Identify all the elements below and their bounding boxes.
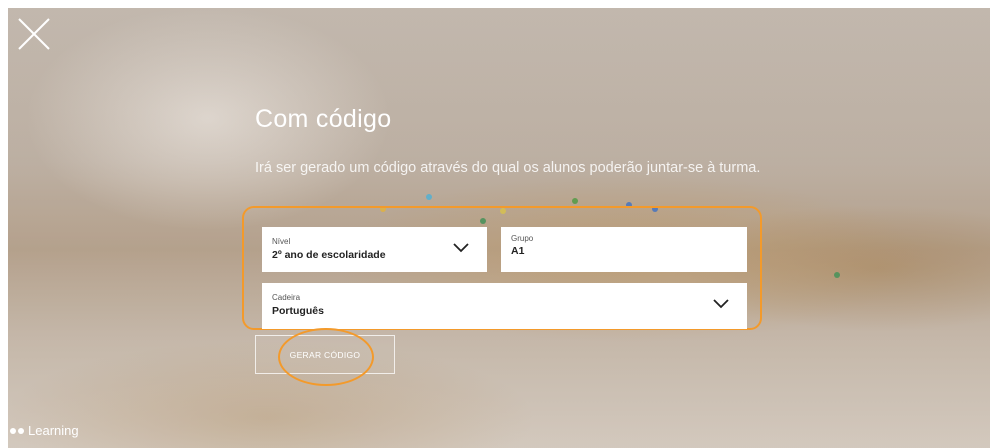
- map-pin-decoration: [572, 198, 578, 204]
- chevron-down-icon: [453, 243, 469, 253]
- grupo-value: A1: [511, 245, 525, 257]
- grupo-input[interactable]: Grupo A1: [501, 227, 747, 272]
- nivel-value: 2º ano de escolaridade: [272, 249, 386, 261]
- brand-logo: Learning: [10, 423, 79, 438]
- map-pin-decoration: [426, 194, 432, 200]
- cadeira-select[interactable]: Cadeira Português: [262, 283, 747, 329]
- grupo-label: Grupo: [511, 234, 534, 243]
- brand-name: Learning: [28, 423, 79, 438]
- cadeira-label: Cadeira: [272, 293, 301, 302]
- nivel-select[interactable]: Nível 2º ano de escolaridade: [262, 227, 487, 272]
- page-title: Com código: [255, 105, 392, 133]
- nivel-label: Nível: [272, 237, 291, 246]
- map-pin-decoration: [834, 272, 840, 278]
- brand-dots-icon: [10, 427, 24, 434]
- generate-code-button[interactable]: GERAR CÓDIGO: [255, 335, 395, 374]
- page-description: Irá ser gerado um código através do qual…: [255, 160, 761, 176]
- cadeira-value: Português: [272, 305, 324, 317]
- chevron-down-icon: [713, 299, 729, 309]
- close-icon[interactable]: [16, 16, 52, 52]
